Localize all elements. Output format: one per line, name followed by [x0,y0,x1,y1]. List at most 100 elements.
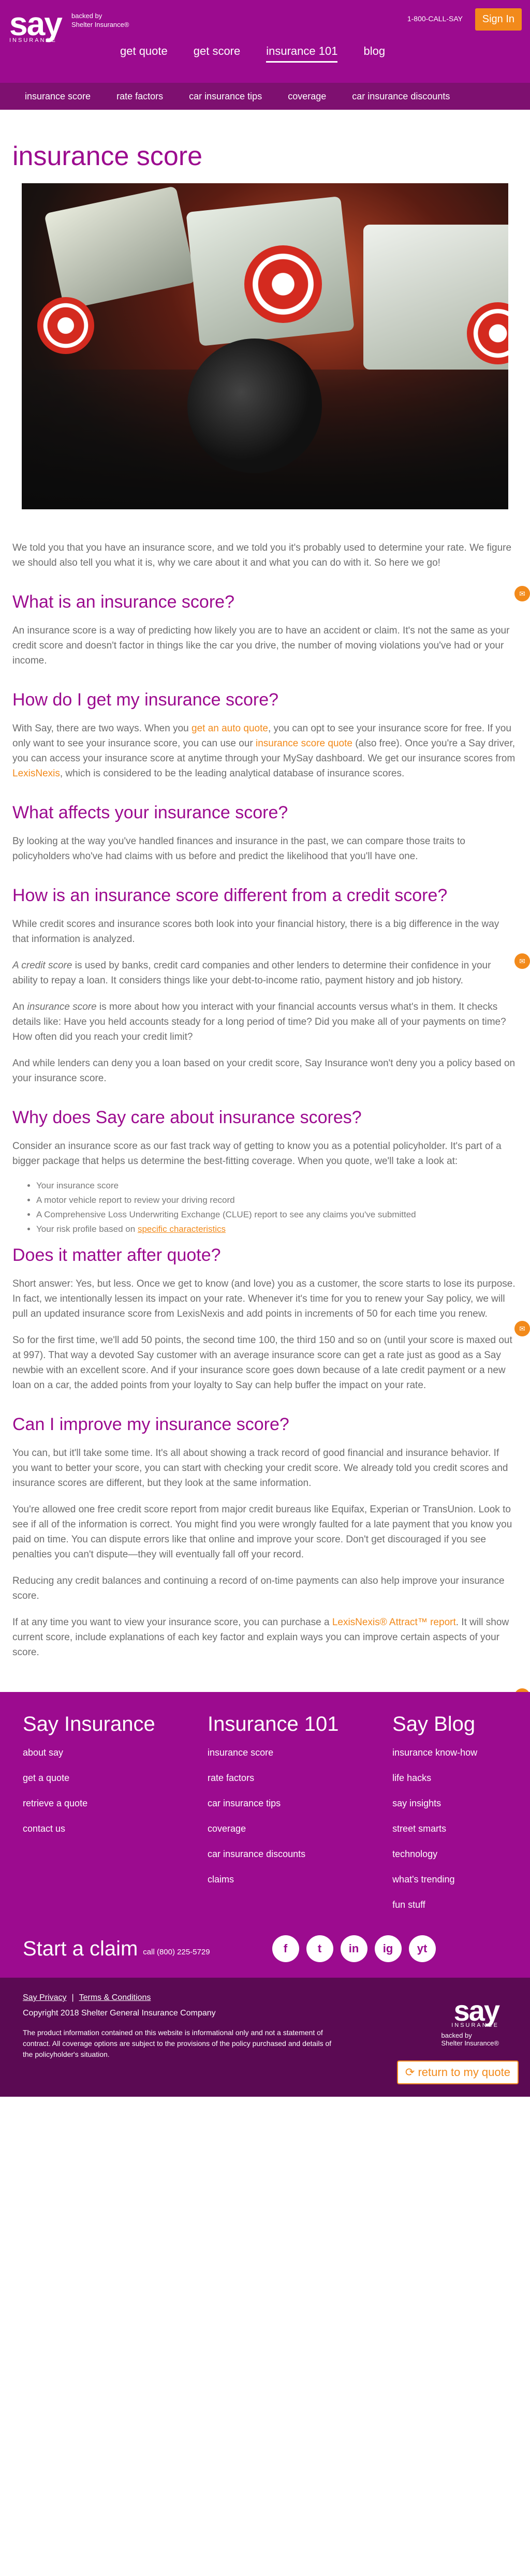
footer-link[interactable]: say insights [392,1798,507,1809]
youtube-icon[interactable]: yt [408,1935,436,1962]
lexisnexis-link[interactable]: LexisNexis [12,768,60,779]
paragraph: Consider an insurance score as our fast … [12,1141,502,1167]
footer-col-insurance-101: Insurance 101 insurance score rate facto… [208,1713,392,1925]
section-heading: What is an insurance score? [12,592,234,612]
subnav-car-insurance-discounts[interactable]: car insurance discounts [352,91,450,102]
paragraph: An insurance score is a way of predictin… [12,625,510,666]
nav-get-quote[interactable]: get quote [120,45,168,63]
footer-col-title: Say Insurance [23,1713,155,1735]
list-item: Your insurance score [36,1180,518,1191]
twitter-icon[interactable]: t [306,1935,333,1962]
footer-link[interactable]: fun stuff [392,1900,507,1910]
facebook-icon[interactable]: f [272,1935,299,1962]
footer-col-say-insurance: Say Insurance about say get a quote retr… [23,1713,208,1925]
footer-link[interactable]: car insurance tips [208,1798,392,1809]
paragraph: You're allowed one free credit score rep… [12,1504,512,1560]
paragraph: By looking at the way you've handled fin… [12,836,465,862]
specific-characteristics-link[interactable]: specific characteristics [138,1224,226,1234]
paragraph: Short answer: Yes, but less. Once we get… [12,1278,516,1319]
subnav-insurance-score[interactable]: insurance score [25,91,91,102]
logo-word: say [9,5,63,42]
backed-by-line1: backed by [71,12,102,20]
review-list: Your insurance score A motor vehicle rep… [36,1180,518,1235]
site-footer: Say Insurance about say get a quote retr… [0,1692,530,1978]
paragraph: While credit scores and insurance scores… [12,919,499,945]
subnav-car-insurance-tips[interactable]: car insurance tips [189,91,262,102]
section-heading: How do I get my insurance score? [12,690,279,710]
chat-icon[interactable]: ✉ [514,953,530,969]
footer-link[interactable]: about say [23,1747,208,1758]
list-item: A motor vehicle report to review your dr… [36,1195,518,1206]
paragraph: Reducing any credit balances and continu… [12,1576,505,1601]
paragraph: You can, but it'll take some time. It's … [12,1448,508,1489]
article: We told you that you have an insurance s… [12,540,518,1660]
get-auto-quote-link[interactable]: get an auto quote [192,723,268,734]
list-item: Your risk profile based on specific char… [36,1224,518,1235]
footer-link[interactable]: what's trending [392,1874,507,1885]
paragraph: If at any time you want to view your ins… [12,1617,509,1658]
instagram-icon[interactable]: ig [374,1935,402,1962]
linkedin-icon[interactable]: in [340,1935,367,1962]
footer-link[interactable]: claims [208,1874,392,1885]
footer-link[interactable]: contact us [23,1823,208,1834]
footer-link[interactable]: life hacks [392,1773,507,1784]
social-links: f t in ig yt [272,1935,436,1962]
paragraph: With Say, there are two ways. When you g… [12,723,516,779]
section-heading: Why does Say care about insurance scores… [12,1108,362,1127]
footer-link[interactable]: coverage [208,1823,392,1834]
footer-col-say-blog: Say Blog insurance know-how life hacks s… [392,1713,507,1925]
game-machine [44,186,196,310]
footer-link[interactable]: technology [392,1849,507,1860]
main-content: insurance score ✉ ✉ ✉ ✉ We told you that… [6,110,530,1704]
subnav-rate-factors[interactable]: rate factors [116,91,163,102]
footer-link[interactable]: car insurance discounts [208,1849,392,1860]
sign-in-button[interactable]: Sign In [475,8,522,31]
disclaimer: The product information contained on thi… [23,2028,332,2058]
footer-link[interactable]: insurance score [208,1747,392,1758]
backed-by-line2: Shelter Insurance® [71,21,129,28]
intro-paragraph: We told you that you have an insurance s… [12,542,512,568]
privacy-link[interactable]: Say Privacy [23,1993,66,2002]
phone-number[interactable]: 1-800-CALL-SAY [407,14,463,23]
footer-col-title: Insurance 101 [208,1713,339,1735]
terms-link[interactable]: Terms & Conditions [79,1993,151,2002]
nav-insurance-101[interactable]: insurance 101 [266,45,338,63]
paragraph: A credit score is used by banks, credit … [12,960,491,986]
claim-row: Start a claim call (800) 225-5729 f t in… [23,1935,507,1962]
subnav-coverage[interactable]: coverage [288,91,326,102]
footer-link[interactable]: retrieve a quote [23,1798,208,1809]
footer-link[interactable]: insurance know-how [392,1747,507,1758]
footer-backed-by: backed by Shelter Insurance® [441,2032,499,2047]
footer-logo: say INSURANCE backed by Shelter Insuranc… [441,1994,500,2048]
legal-links: Say Privacy | Terms & Conditions [23,1993,507,2003]
footer-col-title: Say Blog [392,1713,476,1735]
footer-link[interactable]: street smarts [392,1823,507,1834]
page-title: insurance score [12,141,203,171]
paragraph: So for the first time, we'll add 50 poin… [12,1335,512,1391]
footer-link[interactable]: get a quote [23,1773,208,1784]
main-nav: get quote get score insurance 101 blog [120,45,385,63]
return-to-quote-button[interactable]: ⟳ return to my quote [396,2060,519,2084]
lexisnexis-attract-link[interactable]: LexisNexis® Attract™ report [332,1617,456,1628]
claim-phone[interactable]: call (800) 225-5729 [143,1948,210,1956]
list-item: A Comprehensive Loss Underwriting Exchan… [36,1209,518,1220]
say-logo[interactable]: say INSURANCE [9,7,66,49]
insurance-score-quote-link[interactable]: insurance score quote [256,738,352,749]
footer-link[interactable]: rate factors [208,1773,392,1784]
chat-icon[interactable]: ✉ [514,586,530,601]
game-lever [187,338,322,473]
start-claim-title[interactable]: Start a claim [23,1937,138,1961]
nav-get-score[interactable]: get score [194,45,241,63]
paragraph: An insurance score is more about how you… [12,1002,506,1042]
nav-blog[interactable]: blog [363,45,385,63]
site-header: say INSURANCE backed by Shelter Insuranc… [0,0,530,83]
section-heading: How is an insurance score different from… [12,886,448,905]
footer-logo-word: say [453,1994,500,2027]
paragraph: And while lenders can deny you a loan ba… [12,1058,516,1084]
section-heading: Does it matter after quote? [12,1245,221,1265]
sub-nav: insurance score rate factors car insuran… [0,83,530,110]
footer-columns: Say Insurance about say get a quote retr… [23,1713,507,1925]
section-heading: Can I improve my insurance score? [12,1415,289,1434]
footer-logo-sub: INSURANCE [451,2022,499,2028]
chat-icon[interactable]: ✉ [514,1321,530,1336]
